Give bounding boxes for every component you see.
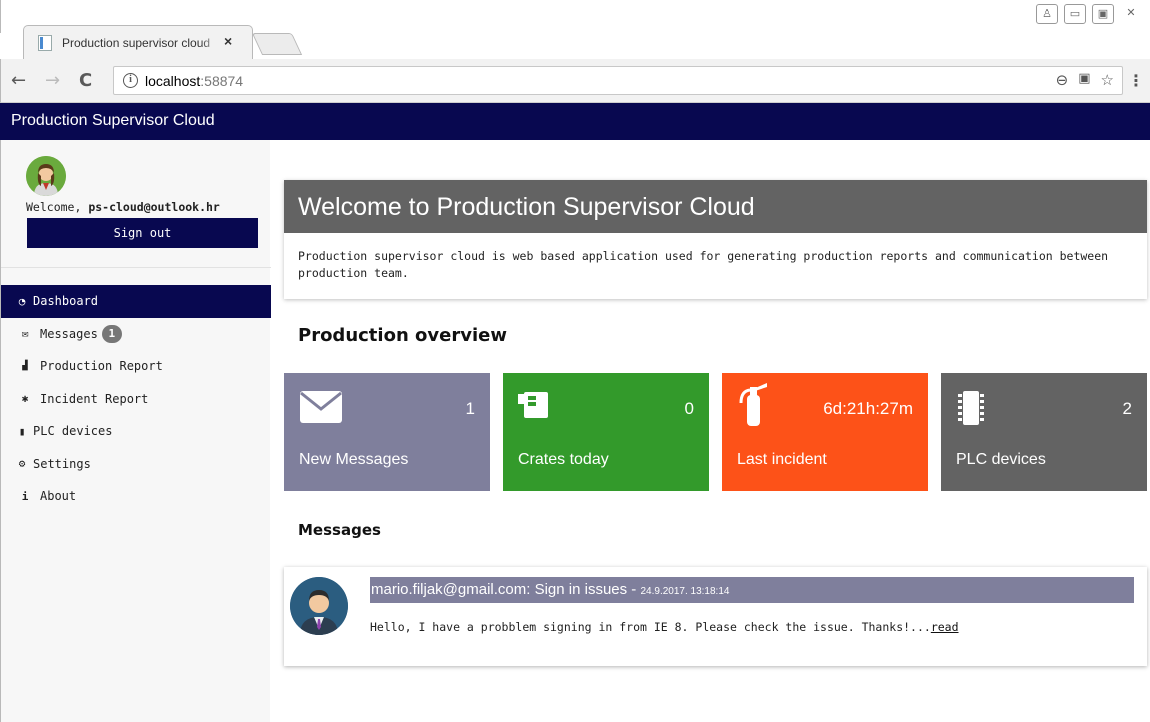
message-subject: mario.filjak@gmail.com: Sign in issues - xyxy=(371,581,641,598)
page-favicon-icon xyxy=(38,35,52,51)
device-icon xyxy=(958,391,984,425)
tile-value: 0 xyxy=(684,399,694,418)
device-icon: ▮ xyxy=(18,424,26,438)
messages-title: Messages xyxy=(298,521,381,539)
new-tab-button[interactable] xyxy=(251,33,303,55)
reload-icon[interactable]: C xyxy=(79,70,92,91)
envelope-icon: ✉ xyxy=(21,327,29,341)
sidebar-menu: ◔ Dashboard ✉ Messages 1 ▟ Production Re… xyxy=(1,285,271,513)
zoom-icon[interactable]: ⊖ xyxy=(1056,71,1069,89)
sidebar-item-label: Messages xyxy=(40,326,98,341)
envelope-icon xyxy=(300,391,342,423)
tile-value: 2 xyxy=(1122,399,1132,418)
welcome-description: Production supervisor cloud is web based… xyxy=(298,249,1109,280)
info-icon: i xyxy=(21,489,29,503)
fire-extinguisher-icon xyxy=(739,383,767,426)
sidebar-item-settings[interactable]: ⚙ Settings xyxy=(1,448,271,481)
minimize-icon[interactable]: ▭ xyxy=(1064,4,1086,24)
sidebar-item-label: Production Report xyxy=(40,359,163,374)
maximize-icon[interactable]: ▣ xyxy=(1092,4,1114,24)
browser-menu-icon[interactable]: ⋮ xyxy=(1128,71,1144,90)
sidebar-item-label: Settings xyxy=(33,456,91,471)
tile-label: Crates today xyxy=(518,451,609,468)
dashboard-icon: ◔ xyxy=(18,294,26,308)
tile-label: New Messages xyxy=(299,451,409,468)
welcome-title: Welcome to Production Supervisor Cloud xyxy=(284,180,1147,233)
tile-value: 6d:21h:27m xyxy=(823,399,913,418)
sidebar-divider xyxy=(1,267,271,268)
bookmark-star-icon[interactable]: ☆ xyxy=(1101,71,1114,89)
app-brand[interactable]: Production Supervisor Cloud xyxy=(11,112,215,130)
sidebar-item-production-report[interactable]: ▟ Production Report xyxy=(1,350,271,383)
message-preview: Hello, I have a probblem signing in from… xyxy=(370,620,931,634)
sidebar-item-label: About xyxy=(40,489,77,504)
app-header: Production Supervisor Cloud xyxy=(0,103,1150,140)
window-controls: ♙ ▭ ▣ ✕ xyxy=(1036,4,1142,24)
sender-avatar xyxy=(290,577,348,635)
sidebar-item-label: Incident Report xyxy=(40,391,149,406)
browser-tab-strip: Production supervisor cloud × ♙ ▭ ▣ ✕ xyxy=(0,0,1150,59)
sidebar-item-about[interactable]: i About xyxy=(1,480,271,513)
sidebar-item-plc-devices[interactable]: ▮ PLC devices xyxy=(1,415,271,448)
tile-crates-today[interactable]: 0 Crates today xyxy=(503,373,709,491)
tab-title: Production supervisor cloud xyxy=(62,36,222,50)
sign-out-button[interactable]: Sign out xyxy=(27,218,258,248)
gear-icon: ⚙ xyxy=(18,457,26,471)
browser-tab[interactable]: Production supervisor cloud × xyxy=(23,25,253,59)
crate-icon xyxy=(518,392,548,418)
bar-chart-icon: ▟ xyxy=(22,361,28,372)
welcome-panel: Welcome to Production Supervisor Cloud P… xyxy=(284,180,1147,299)
sidebar: Welcome, ps-cloud@outlook.hr Sign out ◔ … xyxy=(0,140,271,722)
read-link[interactable]: read xyxy=(931,620,959,634)
welcome-text: Welcome, ps-cloud@outlook.hr xyxy=(26,200,220,214)
production-overview-title: Production overview xyxy=(298,325,507,346)
tile-new-messages[interactable]: 1 New Messages xyxy=(284,373,490,491)
message-body: Hello, I have a probblem signing in from… xyxy=(370,620,959,634)
tile-last-incident[interactable]: 6d:21h:27m Last incident xyxy=(722,373,928,491)
user-avatar xyxy=(26,156,66,196)
address-bar[interactable]: i localhost:58874 ⊖ ▣ ☆ xyxy=(113,66,1123,95)
sidebar-item-label: PLC devices xyxy=(33,424,113,439)
message-header[interactable]: mario.filjak@gmail.com: Sign in issues -… xyxy=(370,577,1134,603)
tile-value: 1 xyxy=(465,399,475,418)
user-profile-icon[interactable]: ♙ xyxy=(1036,4,1058,24)
tile-label: Last incident xyxy=(737,451,827,468)
site-info-icon[interactable]: i xyxy=(123,73,138,88)
messages-count-badge: 1 xyxy=(101,324,122,343)
back-arrow-icon[interactable]: ← xyxy=(11,70,26,91)
url-text[interactable]: localhost:58874 xyxy=(145,73,243,89)
sidebar-item-label: Dashboard xyxy=(33,294,99,309)
message-card[interactable]: mario.filjak@gmail.com: Sign in issues -… xyxy=(284,567,1147,666)
tile-label: PLC devices xyxy=(956,451,1046,468)
close-window-icon[interactable]: ✕ xyxy=(1120,4,1142,24)
tab-close-icon[interactable]: × xyxy=(224,33,232,49)
user-email: ps-cloud@outlook.hr xyxy=(88,200,220,214)
sidebar-item-messages[interactable]: ✉ Messages 1 xyxy=(1,318,271,351)
browser-toolbar: ← → C i localhost:58874 ⊖ ▣ ☆ ⋮ xyxy=(0,59,1150,103)
sidebar-item-incident-report[interactable]: ✱ Incident Report xyxy=(1,383,271,416)
forward-arrow-icon[interactable]: → xyxy=(45,70,60,91)
bug-icon: ✱ xyxy=(21,392,29,406)
sidebar-item-dashboard[interactable]: ◔ Dashboard xyxy=(1,285,271,318)
translate-icon[interactable]: ▣ xyxy=(1078,71,1090,89)
message-date: 24.9.2017. 13:18:14 xyxy=(640,586,730,597)
tile-plc-devices[interactable]: 2 PLC devices xyxy=(941,373,1147,491)
